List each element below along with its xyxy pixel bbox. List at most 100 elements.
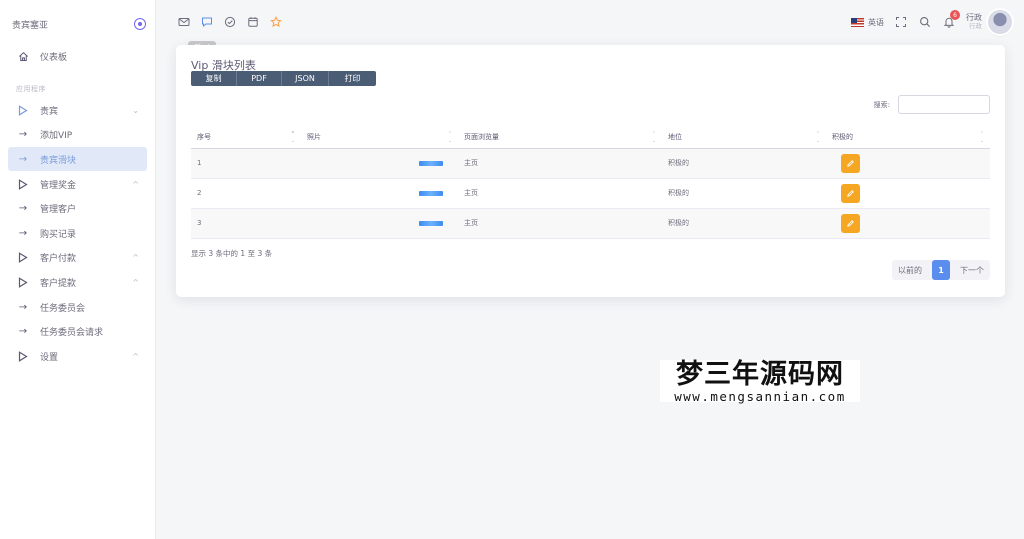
- json-button[interactable]: JSON: [282, 71, 329, 86]
- check-circle-icon[interactable]: [222, 14, 237, 29]
- watermark-url: www.mengsannian.com: [674, 389, 846, 404]
- pdf-button[interactable]: PDF: [237, 71, 282, 86]
- edit-button[interactable]: [841, 153, 860, 173]
- search-label: 搜索:: [873, 100, 890, 109]
- chevron-up-icon: ^: [132, 252, 139, 262]
- bell-icon[interactable]: 6: [942, 10, 960, 29]
- arrow-right-icon: →: [18, 128, 28, 140]
- search-input[interactable]: [898, 95, 990, 114]
- play-outline-icon: [16, 276, 30, 288]
- user-info: 行政 行政: [966, 13, 982, 30]
- sidebar-item-label: 购买记录: [40, 229, 77, 240]
- arrow-right-icon: →: [18, 325, 28, 337]
- us-flag-icon: [851, 17, 864, 27]
- sort-icon: ⌃ ⌄: [290, 131, 295, 144]
- page-1-button[interactable]: 1: [932, 260, 950, 280]
- table-row: 2 主页 积极的: [191, 178, 990, 209]
- pagination: 以前的 1 下一个: [892, 260, 990, 280]
- table-info: 显示 3 条中的 1 至 3 条: [191, 249, 273, 258]
- sidebar-item-purchase-records[interactable]: → 购买记录: [8, 221, 147, 245]
- sidebar-item-add-vip[interactable]: → 添加VIP: [8, 122, 147, 146]
- chevron-down-icon: ⌄: [132, 105, 139, 115]
- export-buttons: 复制 PDF JSON 打印: [191, 71, 376, 86]
- sort-icon: ⌃ ⌄: [815, 131, 820, 144]
- sidebar-item-label: 客户提款: [40, 278, 77, 289]
- arrow-right-icon: →: [18, 301, 28, 313]
- fullscreen-icon[interactable]: [894, 15, 908, 29]
- copy-button[interactable]: 复制: [191, 71, 237, 86]
- sidebar-item-label: 客户付款: [40, 253, 77, 264]
- sidebar-item-manage-customers[interactable]: → 管理客户: [8, 196, 147, 220]
- print-button[interactable]: 打印: [329, 71, 376, 86]
- play-outline-icon: [16, 104, 30, 116]
- edit-button[interactable]: [841, 183, 860, 203]
- play-outline-icon: [16, 251, 30, 263]
- next-page-button[interactable]: 下一个: [954, 260, 990, 280]
- cell-page: 主页: [458, 178, 662, 209]
- sidebar-item-settings[interactable]: 设置 ^: [8, 344, 147, 368]
- cell-action: [826, 148, 990, 179]
- play-outline-icon: [16, 178, 30, 190]
- cell-id: 1: [191, 148, 301, 179]
- sidebar-item-label: 任务委员会: [40, 303, 86, 314]
- brand-name[interactable]: 贵宾塞亚: [12, 18, 48, 31]
- pencil-icon: [847, 159, 854, 167]
- star-icon[interactable]: [268, 14, 283, 29]
- cell-photo: [301, 208, 458, 239]
- play-outline-icon: [16, 350, 30, 362]
- column-header-label: 地位: [668, 132, 682, 141]
- sidebar-item-label: 贵宾: [40, 106, 59, 117]
- slider-thumbnail[interactable]: [419, 160, 443, 166]
- column-header-label: 照片: [307, 132, 321, 141]
- sidebar-item-manage-bonus[interactable]: 管理奖金 ^: [8, 172, 147, 196]
- edit-button[interactable]: [841, 213, 860, 233]
- slider-thumbnail[interactable]: [419, 220, 443, 226]
- chevron-up-icon: ^: [132, 277, 139, 287]
- calendar-icon[interactable]: [245, 14, 260, 29]
- sidebar-toggle-icon[interactable]: [134, 18, 146, 30]
- sidebar-item-task-committee-requests[interactable]: → 任务委员会请求: [8, 319, 147, 343]
- mail-icon[interactable]: [176, 14, 191, 29]
- table-search: 搜索:: [874, 95, 990, 114]
- column-header-active[interactable]: 积极的 ⌃ ⌄: [826, 126, 990, 149]
- top-bar-actions: 英语 6 行政 行政: [851, 8, 1012, 36]
- pencil-icon: [847, 189, 854, 197]
- column-header-label: 积极的: [832, 132, 853, 141]
- avatar[interactable]: [988, 10, 1012, 34]
- vip-slider-table: 序号 ⌃ ⌄ 照片 ⌃ ⌄ 页面浏览量 ⌃ ⌄ 地位 ⌃ ⌄ 积极的 ⌃ ⌄ 1 主页 积极的 2 …: [191, 126, 990, 239]
- column-header-label: 序号: [197, 132, 211, 141]
- column-header-page-views[interactable]: 页面浏览量 ⌃ ⌄: [458, 126, 662, 149]
- column-header-photo[interactable]: 照片 ⌃ ⌄: [301, 126, 458, 149]
- watermark-cn: 梦三年源码网: [676, 359, 844, 390]
- table-row: 3 主页 积极的: [191, 208, 990, 239]
- previous-page-button[interactable]: 以前的: [892, 260, 928, 280]
- sidebar-item-customer-payments[interactable]: 客户付款 ^: [8, 245, 147, 269]
- cell-photo: [301, 148, 458, 179]
- user-menu[interactable]: 行政 行政: [966, 10, 1012, 34]
- arrow-right-icon: →: [18, 153, 28, 165]
- search-icon[interactable]: [918, 15, 932, 29]
- home-icon: [16, 51, 30, 62]
- sidebar-item-dashboard[interactable]: 仪表板: [8, 44, 147, 68]
- sidebar-item-label: 管理奖金: [40, 180, 77, 191]
- sidebar-item-task-committee[interactable]: → 任务委员会: [8, 295, 147, 319]
- chat-icon[interactable]: [199, 14, 214, 29]
- top-bar: Chat 英语 6 行政 行政: [156, 0, 1024, 53]
- column-header-status[interactable]: 地位 ⌃ ⌄: [662, 126, 826, 149]
- cell-status: 积极的: [662, 208, 826, 239]
- sidebar-item-label: 设置: [40, 352, 59, 363]
- sidebar-item-label: 管理客户: [40, 204, 77, 215]
- sidebar-item-vip[interactable]: 贵宾 ⌄: [8, 98, 147, 122]
- sidebar-item-customer-withdrawals[interactable]: 客户提款 ^: [8, 270, 147, 294]
- slider-thumbnail[interactable]: [419, 190, 443, 196]
- cell-action: [826, 208, 990, 239]
- cell-status: 积极的: [662, 178, 826, 209]
- cell-photo: [301, 178, 458, 209]
- sidebar-item-vip-slider[interactable]: → 贵宾滑块: [8, 147, 147, 171]
- sidebar: 贵宾塞亚 仪表板 应用程序 贵宾 ⌄ → 添加VIP → 贵宾滑块 管理奖金 ^…: [0, 0, 156, 539]
- language-dropdown[interactable]: 英语: [851, 17, 884, 28]
- column-header-id[interactable]: 序号 ⌃ ⌄: [191, 126, 301, 149]
- sidebar-item-label: 贵宾滑块: [40, 155, 77, 166]
- cell-action: [826, 178, 990, 209]
- sort-icon: ⌃ ⌄: [979, 131, 984, 144]
